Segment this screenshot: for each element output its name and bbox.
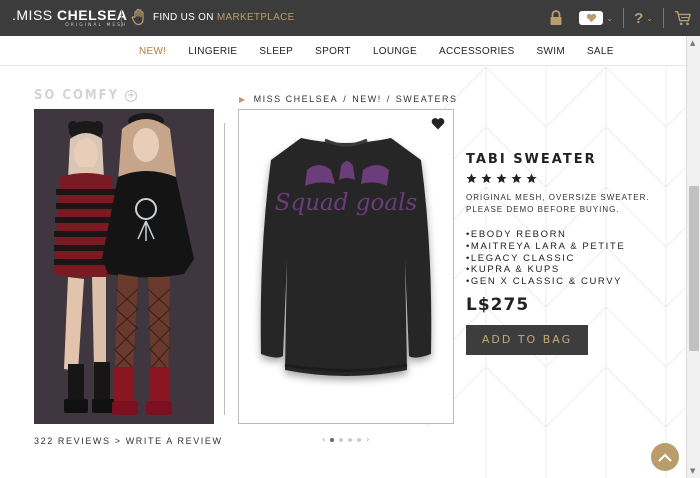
top-bar: .MISS CHELSEA ORIGINAL MESH FIND US ON M… <box>0 0 700 36</box>
nav-item-lounge[interactable]: LOUNGE <box>362 46 428 57</box>
star-icon <box>466 173 477 184</box>
brand-tagline: ORIGINAL MESH <box>65 23 128 28</box>
breadcrumb: ▶ MISS CHELSEA / NEW! / SWEATERS <box>239 94 458 104</box>
cart-icon[interactable] <box>674 8 692 28</box>
star-icon <box>526 173 537 184</box>
breadcrumb-item-sweaters[interactable]: SWEATERS <box>396 94 458 104</box>
plus-icon[interactable]: + <box>125 89 138 102</box>
model-illustration <box>34 109 214 424</box>
compatibility-list: •EBODY REBORN •MAITREYA LARA & PETITE •L… <box>466 229 676 288</box>
star-icon <box>481 173 492 184</box>
list-item: •LEGACY CLASSIC <box>466 252 575 264</box>
product-info: TABI SWEATER ORIGINAL MESH, OVERSIZE SWE… <box>466 152 676 355</box>
chevron-up-icon <box>658 453 672 462</box>
list-item: •EBODY REBORN <box>466 229 567 240</box>
carousel-dot[interactable] <box>348 437 353 442</box>
main-nav: NEW! LINGERIE SLEEP SPORT LOUNGE ACCESSO… <box>0 36 686 66</box>
carousel-dot[interactable] <box>339 437 344 442</box>
product-description: ORIGINAL MESH, OVERSIZE SWEATER. PLEASE … <box>466 193 650 214</box>
help-icon[interactable]: ? <box>634 10 643 27</box>
list-item: •GEN X CLASSIC & CURVY <box>466 276 623 288</box>
heart-icon[interactable] <box>431 117 445 130</box>
model-photo[interactable] <box>34 109 214 424</box>
marketplace-label: MARKETPLACE <box>216 11 295 23</box>
breadcrumb-item-brand[interactable]: MISS CHELSEA <box>254 94 339 104</box>
collection-header: SO COMFY + <box>34 88 138 103</box>
breadcrumb-arrow-icon: ▶ <box>239 94 247 104</box>
back-to-top-button[interactable] <box>651 443 679 471</box>
breadcrumb-separator: / <box>386 94 391 104</box>
find-us-label: FIND US ON <box>153 11 217 23</box>
nav-item-accessories[interactable]: ACCESSORIES <box>428 46 526 57</box>
sweater-image: Squad goals <box>260 138 432 376</box>
brand-prefix: .MISS <box>12 7 58 23</box>
nav-item-lingerie[interactable]: LINGERIE <box>177 46 248 57</box>
nav-item-sleep[interactable]: SLEEP <box>248 46 304 57</box>
image-carousel-dots: ‹ › <box>322 435 369 444</box>
carousel-dot[interactable] <box>330 437 335 442</box>
list-item: •MAITREYA LARA & PETITE <box>466 240 626 252</box>
breadcrumb-separator: / <box>343 94 348 104</box>
chevron-down-icon[interactable]: ⌄ <box>646 14 653 23</box>
carousel-dot[interactable] <box>357 437 362 442</box>
product-image-frame[interactable]: Squad goals <box>238 109 454 424</box>
rating-stars <box>466 173 676 184</box>
nav-item-sale[interactable]: SALE <box>576 46 625 57</box>
topbar-divider <box>121 9 122 27</box>
star-icon <box>511 173 522 184</box>
heart-icon <box>586 13 597 23</box>
nav-list: NEW! LINGERIE SLEEP SPORT LOUNGE ACCESSO… <box>128 36 625 66</box>
find-us-text: FIND US ON MARKETPLACE <box>153 12 295 23</box>
sweater-print-text: Squad goals <box>275 190 418 216</box>
nav-item-sport[interactable]: SPORT <box>304 46 362 57</box>
page-scrollbar[interactable]: ▲ ▼ <box>686 36 700 478</box>
chevron-left-icon[interactable]: ‹ <box>322 435 325 444</box>
find-us-link[interactable]: FIND US ON MARKETPLACE <box>131 8 295 26</box>
scroll-up-arrow[interactable]: ▲ <box>690 39 695 47</box>
chevron-right-icon[interactable]: › <box>366 435 369 444</box>
list-item: •KUPRA & KUPS <box>466 264 560 276</box>
chevron-down-icon[interactable]: ⌄ <box>606 14 613 23</box>
hand-icon <box>131 8 144 26</box>
reviews-separator: > <box>110 436 126 446</box>
lock-icon[interactable] <box>549 8 563 28</box>
wishlist-button[interactable] <box>579 11 604 25</box>
scroll-thumb[interactable] <box>689 186 699 351</box>
nav-item-new[interactable]: NEW! <box>128 46 177 57</box>
collection-label: SO COMFY <box>34 88 120 103</box>
star-icon <box>496 173 507 184</box>
icon-divider <box>623 8 625 28</box>
breadcrumb-item-new[interactable]: NEW! <box>352 94 382 104</box>
brand-main: CHELSEA <box>57 7 128 23</box>
gallery-divider <box>224 123 225 415</box>
scroll-down-arrow[interactable]: ▼ <box>690 467 695 475</box>
write-review-link[interactable]: WRITE A REVIEW <box>126 436 223 446</box>
brand-logo[interactable]: .MISS CHELSEA ORIGINAL MESH <box>12 7 127 29</box>
brand-name: .MISS CHELSEA <box>12 7 127 23</box>
product-title: TABI SWEATER <box>466 152 597 167</box>
add-to-bag-button[interactable]: ADD TO BAG <box>466 324 588 355</box>
icon-divider <box>663 8 664 28</box>
reviews-row: 322 REVIEWS > WRITE A REVIEW <box>34 436 223 446</box>
account-icons: ⌄ ? ⌄ <box>549 8 692 28</box>
nav-item-swim[interactable]: SWIM <box>526 46 576 57</box>
product-price: L$275 <box>466 294 530 315</box>
reviews-count[interactable]: 322 REVIEWS <box>34 436 111 446</box>
